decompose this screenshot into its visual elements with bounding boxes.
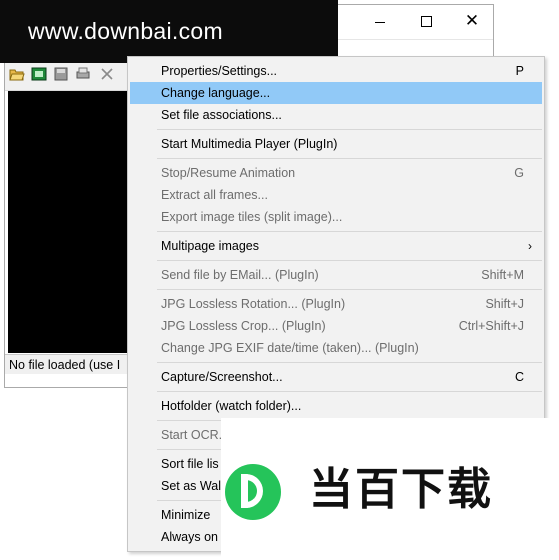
- save-icon[interactable]: [53, 66, 69, 82]
- menu-item-set-file-associations[interactable]: Set file associations...: [130, 104, 542, 126]
- menu-separator: [157, 231, 542, 232]
- watermark-url: www.downbai.com: [28, 18, 223, 44]
- print-icon[interactable]: [75, 66, 91, 82]
- menu-item-multipage-images[interactable]: Multipage images ›: [130, 235, 542, 257]
- menu-separator: [157, 260, 542, 261]
- minimize-icon: [375, 21, 385, 23]
- menu-item-stop-resume-animation[interactable]: Stop/Resume Animation G: [130, 162, 542, 184]
- menu-item-change-jpg-exif-date[interactable]: Change JPG EXIF date/time (taken)... (Pl…: [130, 337, 542, 359]
- close-icon: ✕: [464, 11, 480, 30]
- status-bar: No file loaded (use I: [5, 354, 129, 374]
- menu-item-change-language[interactable]: Change language...: [130, 82, 542, 104]
- close-button[interactable]: ✕: [449, 5, 495, 37]
- menu-item-export-image-tiles[interactable]: Export image tiles (split image)...: [130, 206, 542, 228]
- delete-icon[interactable]: [99, 66, 115, 82]
- menu-item-capture-screenshot[interactable]: Capture/Screenshot... C: [130, 366, 542, 388]
- maximize-button[interactable]: [403, 5, 449, 37]
- watermark-banner: www.downbai.com: [0, 0, 338, 63]
- menu-item-send-file-by-email[interactable]: Send file by EMail... (PlugIn) Shift+M: [130, 264, 542, 286]
- menu-separator: [157, 158, 542, 159]
- menu-item-extract-all-frames[interactable]: Extract all frames...: [130, 184, 542, 206]
- chevron-right-icon: ›: [528, 239, 532, 253]
- menu-item-jpg-lossless-crop[interactable]: JPG Lossless Crop... (PlugIn) Ctrl+Shift…: [130, 315, 542, 337]
- minimize-button[interactable]: [357, 5, 403, 37]
- toolbar: [5, 60, 127, 91]
- menu-separator: [157, 129, 542, 130]
- watermark-logo-block: 当百下载: [221, 418, 559, 560]
- menu-item-jpg-lossless-rotation[interactable]: JPG Lossless Rotation... (PlugIn) Shift+…: [130, 293, 542, 315]
- watermark-brand-text: 当百下载: [309, 465, 493, 514]
- menu-separator: [157, 289, 542, 290]
- status-text: No file loaded (use I: [9, 358, 121, 372]
- menu-item-hotfolder[interactable]: Hotfolder (watch folder)...: [130, 395, 542, 417]
- menu-separator: [157, 362, 542, 363]
- image-viewer[interactable]: [8, 91, 130, 353]
- open-folder-icon[interactable]: [9, 66, 25, 82]
- watermark-logo-icon: [225, 464, 281, 520]
- menu-item-start-multimedia-player[interactable]: Start Multimedia Player (PlugIn): [130, 133, 542, 155]
- maximize-icon: [420, 15, 432, 27]
- menu-item-properties-settings[interactable]: Properties/Settings... P: [130, 60, 542, 82]
- menu-separator: [157, 391, 542, 392]
- slideshow-icon[interactable]: [31, 66, 47, 82]
